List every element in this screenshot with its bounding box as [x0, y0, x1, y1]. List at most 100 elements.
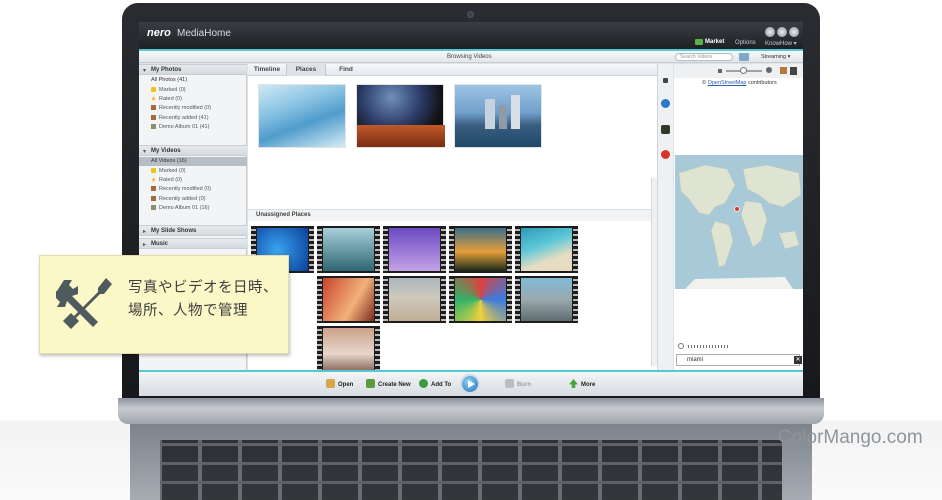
sidebar-item-photos-recently-modified[interactable]: Recently modified (0)	[151, 105, 211, 111]
sidebar-item-photos-rated[interactable]: Rated (0)	[151, 96, 182, 102]
tab-timeline[interactable]: Timeline	[250, 64, 284, 76]
arrow-up-icon	[569, 379, 578, 388]
callout-text: 写真やビデオを日時、 場所、人物で管理	[128, 277, 284, 323]
streaming-device-icon[interactable]	[739, 53, 749, 61]
video-thumbnail[interactable]	[449, 276, 512, 323]
button-label: Burn	[517, 382, 531, 388]
video-thumbnail[interactable]	[383, 226, 446, 273]
sidebar-item-label: Recently added (41)	[159, 115, 209, 121]
sidebar-item-label: Recently modified (0)	[159, 105, 211, 111]
streaming-button[interactable]: Streaming ▾	[761, 54, 790, 60]
location-pin[interactable]	[734, 206, 740, 212]
video-thumbnail[interactable]	[317, 226, 380, 273]
burn-button[interactable]: Burn	[505, 379, 531, 388]
expand-arrow-icon: ▸	[143, 229, 147, 235]
place-thumbnail[interactable]	[454, 84, 542, 148]
section-heading: My Videos	[151, 148, 181, 154]
bottom-action-bar: Open Create New Add To Burn More	[139, 370, 803, 396]
tools-icon	[56, 278, 112, 329]
video-thumbnail[interactable]	[515, 226, 578, 273]
video-frame	[455, 278, 506, 321]
sidebar-item-videos-recently-added[interactable]: Recently added (0)	[151, 196, 205, 202]
view-tabs: Timeline Places Find	[248, 64, 671, 76]
sidebar-item-label: Rated (0)	[159, 96, 182, 102]
video-frame	[323, 228, 374, 271]
open-button[interactable]: Open	[326, 379, 353, 388]
world-map[interactable]	[675, 155, 803, 289]
market-cart-icon	[695, 39, 703, 45]
minimize-icon[interactable]	[765, 27, 775, 37]
thumbnail-detail	[357, 125, 445, 147]
sort-icon[interactable]	[790, 67, 797, 75]
menu-market[interactable]: Market	[705, 39, 724, 45]
video-thumbnail[interactable]	[449, 226, 512, 273]
map-pin-icon[interactable]	[661, 150, 670, 159]
sidebar-section-my-videos[interactable]: ▾ My Videos	[139, 145, 247, 156]
video-frame	[323, 328, 374, 371]
osm-link[interactable]: OpenStreetMap	[708, 80, 747, 86]
more-button[interactable]: More	[569, 379, 595, 388]
sidebar-section-slide-shows[interactable]: ▸ My Slide Shows	[139, 225, 247, 236]
clear-search-button[interactable]: ✕	[794, 356, 802, 364]
button-label: Open	[338, 382, 354, 388]
collapse-arrow-icon: ▾	[143, 68, 147, 74]
video-thumbnail[interactable]	[383, 276, 446, 323]
toolbar: Browsing Videos Search Videos Streaming …	[139, 51, 803, 63]
sidebar-section-music[interactable]: ▸ Music	[139, 238, 247, 249]
product-promo: ColorMango.com nero MediaHome Market Opt…	[0, 0, 942, 500]
sidebar-item-videos-marked[interactable]: Marked (0)	[151, 168, 186, 174]
video-thumbnail[interactable]	[317, 276, 380, 323]
zoom-in-icon[interactable]	[766, 67, 772, 73]
album-icon	[151, 124, 156, 129]
laptop-hinge	[118, 398, 824, 424]
tab-places[interactable]: Places	[286, 64, 326, 76]
feature-callout: 写真やビデオを日時、 場所、人物で管理	[39, 255, 289, 354]
webcam	[467, 11, 474, 18]
place-thumbnail[interactable]	[258, 84, 346, 148]
map-search-input[interactable]: miami ✕	[676, 354, 802, 366]
sidebar-item-photos-marked[interactable]: Marked (0)	[151, 87, 186, 93]
video-frame	[521, 228, 572, 271]
expand-arrow-icon: ▸	[143, 242, 147, 248]
search-input[interactable]: Search Videos	[675, 53, 733, 61]
marked-icon	[151, 87, 156, 92]
attribution-text: contributors	[747, 80, 777, 86]
play-button[interactable]	[460, 374, 480, 394]
create-new-button[interactable]: Create New	[366, 379, 411, 388]
info-icon[interactable]	[661, 99, 670, 108]
sidebar-item-photos-demo-album[interactable]: Demo Album 01 (41)	[151, 124, 209, 130]
video-thumbnail[interactable]	[317, 326, 380, 373]
thumbnail-detail	[499, 105, 507, 129]
sidebar-item-videos-recently-modified[interactable]: Recently modified (0)	[151, 186, 211, 192]
collapse-icon[interactable]	[663, 78, 668, 83]
tab-find[interactable]: Find	[328, 64, 364, 76]
menu-options[interactable]: Options	[735, 40, 756, 46]
video-frame	[389, 278, 440, 321]
sidebar-item-all-videos[interactable]: All Videos (16)	[139, 157, 247, 166]
callout-line-2: 場所、人物で管理	[128, 303, 248, 319]
sidebar-item-videos-rated[interactable]: Rated (0)	[151, 177, 182, 183]
zoom-out-icon[interactable]	[718, 69, 722, 73]
section-heading: My Slide Shows	[151, 228, 197, 234]
map-attribution: © OpenStreetMap contributors	[702, 80, 777, 86]
layers-icon[interactable]	[780, 67, 787, 74]
sidebar-item-photos-recently-added[interactable]: Recently added (41)	[151, 115, 209, 121]
place-thumbnail[interactable]	[356, 84, 445, 148]
menu-knowhow[interactable]: KnowHow ▾	[765, 40, 797, 47]
zoom-slider-handle[interactable]	[740, 67, 747, 74]
map-tools-column	[657, 64, 673, 370]
sidebar-item-videos-demo-album[interactable]: Demo Album 01 (16)	[151, 205, 209, 211]
sidebar-item-label: Recently modified (0)	[159, 186, 211, 192]
sidebar-item-all-photos[interactable]: All Photos (41)	[139, 76, 247, 85]
people-icon[interactable]	[661, 125, 670, 134]
video-frame	[521, 278, 572, 321]
add-to-button[interactable]: Add To	[419, 379, 451, 388]
star-icon	[151, 96, 156, 101]
burn-icon	[505, 379, 514, 388]
maximize-icon[interactable]	[777, 27, 787, 37]
video-thumbnail[interactable]	[515, 276, 578, 323]
close-icon[interactable]	[789, 27, 799, 37]
sidebar-section-my-photos[interactable]: ▾ My Photos	[139, 64, 247, 75]
pan-control-icon[interactable]	[678, 343, 684, 349]
collapse-arrow-icon: ▾	[143, 149, 147, 155]
